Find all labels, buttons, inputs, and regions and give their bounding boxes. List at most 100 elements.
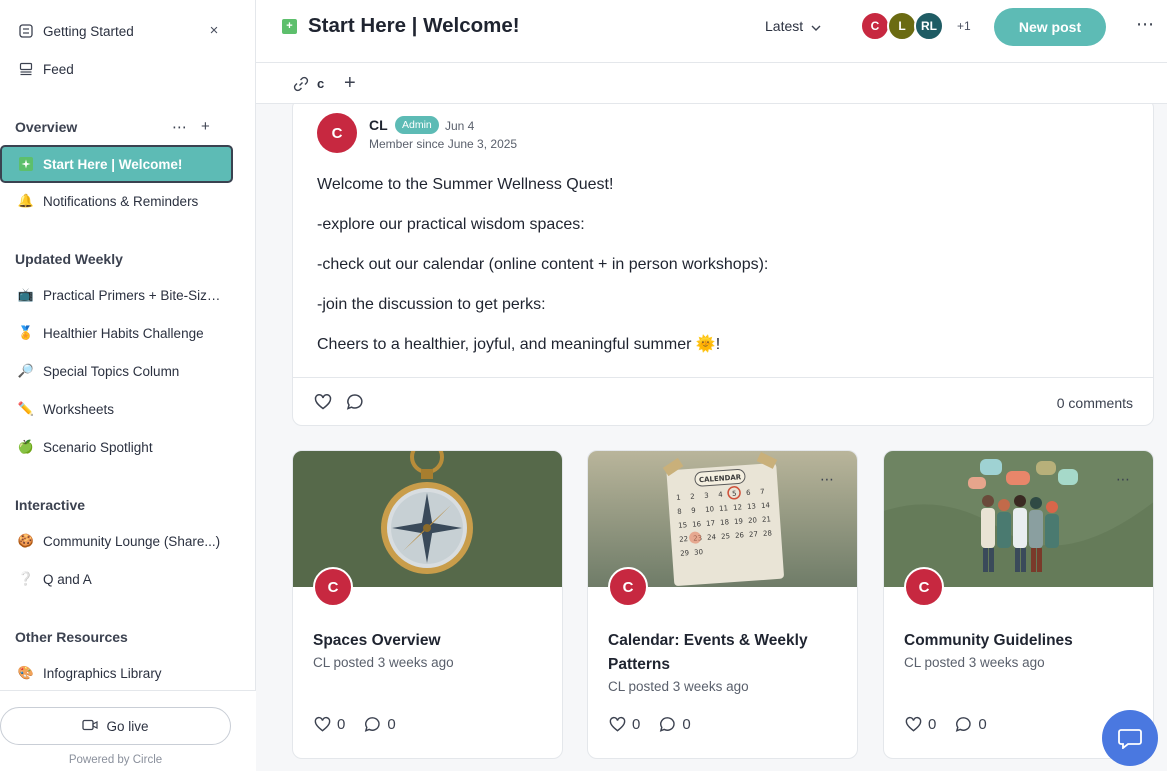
comment-icon[interactable] bbox=[363, 715, 382, 734]
avatar-overflow-count[interactable]: +1 bbox=[957, 19, 971, 33]
heart-icon[interactable] bbox=[904, 715, 923, 734]
svg-text:27: 27 bbox=[749, 530, 758, 539]
svg-text:12: 12 bbox=[733, 503, 742, 512]
admin-badge: Admin bbox=[395, 116, 439, 134]
add-icon[interactable]: + bbox=[344, 72, 356, 95]
avatar[interactable]: C bbox=[904, 567, 944, 607]
sidebar-item-practical-primers[interactable]: 📺 Practical Primers + Bite-Sized Lessons bbox=[0, 277, 236, 313]
svg-text:20: 20 bbox=[748, 516, 757, 525]
cookie-icon: 🍪 bbox=[17, 533, 35, 548]
card-title[interactable]: Calendar: Events & Weekly Patterns bbox=[608, 629, 848, 677]
sidebar-item-scenario-spotlight[interactable]: 🍏 Scenario Spotlight bbox=[0, 429, 236, 465]
checklist-icon bbox=[17, 22, 35, 40]
svg-text:25: 25 bbox=[721, 532, 730, 541]
link-icon[interactable] bbox=[292, 75, 310, 93]
new-post-button[interactable]: New post bbox=[994, 8, 1106, 46]
sidebar-item-worksheets[interactable]: ✏️ Worksheets bbox=[0, 391, 236, 427]
magnifier-icon: 🔎 bbox=[17, 363, 35, 378]
sidebar-item-getting-started[interactable]: Getting Started bbox=[0, 13, 236, 49]
section-heading-overview[interactable]: Overview bbox=[15, 119, 77, 135]
heart-icon[interactable] bbox=[313, 715, 332, 734]
post-paragraph: -explore our practical wisdom spaces: bbox=[317, 216, 585, 233]
sidebar-item-community-lounge[interactable]: 🍪 Community Lounge (Share...) bbox=[0, 523, 236, 559]
more-options-icon[interactable]: ⋯ bbox=[172, 118, 187, 136]
card-title[interactable]: Spaces Overview bbox=[313, 629, 553, 653]
sort-dropdown[interactable]: Latest bbox=[765, 18, 821, 34]
post-paragraph: Welcome to the Summer Wellness Quest! bbox=[317, 176, 614, 193]
video-camera-icon bbox=[82, 719, 99, 734]
post-card-calendar[interactable]: CALENDAR 1234567 8 9 10 11 12 13 14 15 16 17 18 19… bbox=[587, 450, 858, 759]
sidebar-item-healthier-habits[interactable]: 🏅 Healthier Habits Challenge bbox=[0, 315, 236, 351]
sidebar-item-label: Worksheets bbox=[43, 401, 115, 417]
tv-icon: 📺 bbox=[17, 287, 35, 302]
more-options-icon[interactable]: ⋯ bbox=[1116, 471, 1131, 488]
post-author[interactable]: CL bbox=[369, 117, 388, 133]
svg-text:15: 15 bbox=[678, 521, 687, 530]
svg-text:18: 18 bbox=[720, 518, 729, 527]
page-title: Start Here | Welcome! bbox=[308, 14, 520, 37]
sidebar-item-label: Feed bbox=[43, 61, 74, 77]
svg-text:28: 28 bbox=[763, 529, 772, 538]
svg-text:13: 13 bbox=[747, 502, 756, 511]
card-meta: CL posted 3 weeks ago bbox=[313, 655, 454, 670]
medal-icon: 🏅 bbox=[17, 325, 35, 340]
likes-count: 0 bbox=[337, 716, 346, 733]
post-card-spaces-overview[interactable]: C Spaces Overview CL posted 3 weeks ago … bbox=[292, 450, 563, 759]
sidebar-item-q-and-a[interactable]: ❔ Q and A bbox=[0, 561, 236, 597]
post-footer: 0 comments bbox=[293, 377, 1153, 427]
sidebar: Getting Started × Feed Overview ⋯ + Star… bbox=[0, 0, 256, 771]
comment-icon[interactable] bbox=[658, 715, 677, 734]
section-heading-interactive[interactable]: Interactive bbox=[15, 497, 85, 513]
member-avatars[interactable]: C L RL bbox=[860, 11, 944, 41]
svg-text:8: 8 bbox=[677, 508, 682, 516]
sidebar-item-feed[interactable]: Feed bbox=[0, 51, 236, 87]
avatar[interactable]: C bbox=[313, 567, 353, 607]
sidebar-footer: Go live Powered by Circle bbox=[0, 690, 256, 771]
go-live-label: Go live bbox=[106, 718, 149, 734]
section-actions: ⋯ + bbox=[172, 118, 210, 136]
section-heading-updated-weekly[interactable]: Updated Weekly bbox=[15, 251, 123, 267]
heart-icon[interactable] bbox=[313, 392, 333, 412]
sparkle-icon: + bbox=[282, 19, 297, 34]
comment-icon[interactable] bbox=[345, 392, 365, 412]
sidebar-item-label: Start Here | Welcome! bbox=[43, 156, 183, 172]
link-label[interactable]: c bbox=[317, 76, 324, 91]
avatar[interactable]: C bbox=[608, 567, 648, 607]
sidebar-item-start-here[interactable]: Start Here | Welcome! bbox=[0, 145, 233, 183]
card-footer: 0 0 bbox=[608, 715, 691, 734]
section-heading-other-resources[interactable]: Other Resources bbox=[15, 629, 128, 645]
heart-icon[interactable] bbox=[608, 715, 627, 734]
sidebar-item-special-topics[interactable]: 🔎 Special Topics Column bbox=[0, 353, 236, 389]
likes-count: 0 bbox=[632, 716, 641, 733]
svg-text:19: 19 bbox=[734, 517, 743, 526]
go-live-button[interactable]: Go live bbox=[0, 707, 231, 745]
question-icon: ❔ bbox=[17, 571, 35, 586]
avatar[interactable]: C bbox=[317, 113, 357, 153]
chat-launcher-button[interactable] bbox=[1102, 710, 1158, 766]
svg-text:9: 9 bbox=[691, 507, 696, 515]
card-title[interactable]: Community Guidelines bbox=[904, 629, 1144, 653]
sidebar-item-label: Getting Started bbox=[43, 23, 134, 39]
avatar[interactable]: L bbox=[887, 11, 917, 41]
post-card-community-guidelines[interactable]: ⋯ C Community Guidelines CL posted 3 wee… bbox=[883, 450, 1154, 759]
sidebar-item-label: Practical Primers + Bite-Sized Lessons bbox=[43, 287, 221, 303]
sidebar-item-label: Scenario Spotlight bbox=[43, 439, 153, 455]
sidebar-item-notifications[interactable]: 🔔 Notifications & Reminders bbox=[0, 183, 236, 219]
comment-icon[interactable] bbox=[954, 715, 973, 734]
avatar[interactable]: C bbox=[860, 11, 890, 41]
svg-text:2: 2 bbox=[690, 493, 695, 501]
main-content: C CL Admin Jun 4 Member since June 3, 20… bbox=[256, 104, 1167, 771]
more-options-icon[interactable]: ⋯ bbox=[820, 471, 835, 488]
comments-count[interactable]: 0 comments bbox=[1057, 395, 1133, 411]
add-icon[interactable]: + bbox=[201, 118, 210, 136]
header: + Start Here | Welcome! Latest C L RL +1… bbox=[256, 0, 1167, 63]
powered-by[interactable]: Powered by Circle bbox=[0, 754, 231, 766]
member-since: Member since June 3, 2025 bbox=[369, 137, 518, 151]
likes-count: 0 bbox=[928, 716, 937, 733]
sidebar-item-infographics[interactable]: 🎨 Infographics Library bbox=[0, 655, 236, 691]
more-options-icon[interactable]: ⋯ bbox=[1136, 14, 1155, 35]
close-icon[interactable]: × bbox=[206, 23, 222, 39]
svg-text:24: 24 bbox=[707, 533, 717, 542]
avatar[interactable]: RL bbox=[914, 11, 944, 41]
card-footer: 0 0 bbox=[904, 715, 987, 734]
